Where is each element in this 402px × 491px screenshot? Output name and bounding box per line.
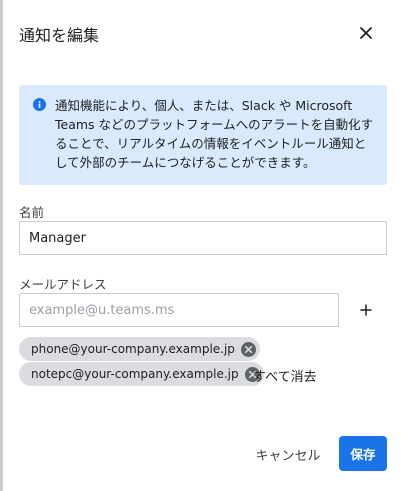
cancel-button[interactable]: キャンセル <box>246 437 330 471</box>
close-icon <box>360 27 372 39</box>
clear-all-button[interactable]: すべて消去 <box>253 366 317 385</box>
dialog-title: 通知を編集 <box>19 26 100 45</box>
info-text: 通知機能により、個人、または、Slack や Microsoft Teams な… <box>55 98 374 170</box>
email-chip-label: phone@your-company.example.jp <box>31 342 235 356</box>
cancel-circle-icon <box>241 341 257 357</box>
remove-chip-button[interactable] <box>241 341 257 357</box>
email-field[interactable] <box>19 293 339 327</box>
add-email-button[interactable] <box>355 299 377 321</box>
email-chip: notepc@your-company.example.jp <box>19 362 264 386</box>
info-banner: 通知機能により、個人、または、Slack や Microsoft Teams な… <box>19 85 387 185</box>
save-button[interactable]: 保存 <box>339 436 387 471</box>
email-label: メールアドレス <box>19 277 107 292</box>
name-field[interactable] <box>19 221 387 255</box>
email-chip-label: notepc@your-company.example.jp <box>31 367 239 381</box>
plus-icon <box>360 304 372 316</box>
name-label: 名前 <box>19 205 45 220</box>
edit-notification-dialog: 通知を編集 通知機能により、個人、または、Slack や Microsoft T… <box>3 0 402 491</box>
email-chip: phone@your-company.example.jp <box>19 337 260 361</box>
info-icon <box>33 98 46 111</box>
close-button[interactable] <box>355 22 377 44</box>
